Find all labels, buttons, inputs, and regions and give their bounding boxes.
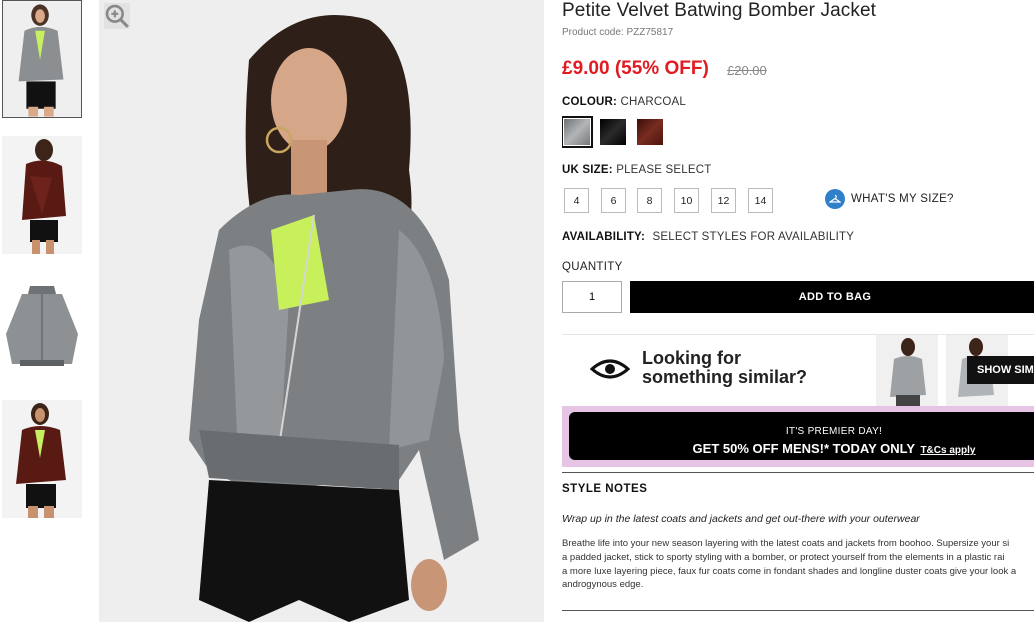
sale-price: £9.00 (55% OFF) bbox=[562, 58, 709, 79]
main-product-image[interactable] bbox=[99, 0, 544, 622]
promo-box: IT'S PREMIER DAY! GET 50% OFF MENS!* TOD… bbox=[569, 412, 1034, 460]
similar-line-2: something similar? bbox=[642, 367, 808, 387]
availability-label: AVAILABILITY: bbox=[562, 231, 646, 243]
zoom-button[interactable] bbox=[104, 3, 130, 29]
style-notes-line: a more luxe layering piece, faux fur coa… bbox=[562, 565, 1017, 577]
style-notes-line: a padded jacket, stick to sporty styling… bbox=[562, 551, 1005, 563]
size-label: UK SIZE: bbox=[562, 164, 613, 176]
product-details: Petite Velvet Batwing Bomber Jacket Prod… bbox=[562, 0, 1034, 622]
thumbnail-image bbox=[2, 272, 82, 390]
style-notes-line: Breathe life into your new season layeri… bbox=[562, 538, 1010, 549]
swatch-color bbox=[637, 119, 663, 145]
whats-my-size-link[interactable]: WHAT'S MY SIZE? bbox=[825, 189, 954, 209]
colour-label: COLOUR: bbox=[562, 96, 618, 108]
style-notes-lead: Wrap up in the latest coats and jackets … bbox=[562, 513, 920, 525]
size-option-4[interactable]: 4 bbox=[564, 188, 589, 213]
original-price: £20.00 bbox=[727, 63, 767, 78]
thumbnail-back-burgundy[interactable] bbox=[2, 136, 82, 254]
promo-offer: GET 50% OFF MENS!* TODAY ONLY bbox=[692, 441, 915, 456]
promo-line-2: GET 50% OFF MENS!* TODAY ONLY T&Cs apply bbox=[569, 441, 1034, 456]
swatch-burgundy[interactable] bbox=[637, 119, 663, 145]
size-option-10[interactable]: 10 bbox=[674, 188, 699, 213]
zoom-icon bbox=[105, 4, 129, 28]
thumbnail-flat-lay[interactable] bbox=[2, 272, 82, 390]
style-notes-title: STYLE NOTES bbox=[562, 483, 648, 495]
quantity-input[interactable] bbox=[562, 281, 622, 313]
thumbnail-image bbox=[2, 136, 82, 254]
swatch-charcoal[interactable] bbox=[562, 116, 593, 148]
show-similar-button[interactable]: SHOW SIM bbox=[967, 356, 1034, 384]
size-option-8[interactable]: 8 bbox=[637, 188, 662, 213]
thumbnail-image bbox=[2, 400, 82, 518]
size-option-14[interactable]: 14 bbox=[748, 188, 773, 213]
thumbnail-image bbox=[3, 1, 81, 117]
add-to-bag-button[interactable]: ADD TO BAG bbox=[630, 281, 1034, 313]
colour-label-row: COLOUR: CHARCOAL bbox=[562, 96, 686, 108]
similar-product-image bbox=[876, 335, 938, 407]
thumbnail-front-charcoal[interactable] bbox=[2, 0, 82, 118]
colour-value: CHARCOAL bbox=[620, 96, 686, 108]
swatch-color bbox=[564, 119, 590, 145]
promo-line-1: IT'S PREMIER DAY! bbox=[785, 426, 883, 437]
similar-items-banner[interactable]: Looking for something similar? SHOW SIM bbox=[562, 334, 1034, 407]
similar-line-1: Looking for bbox=[642, 348, 741, 368]
hanger-icon bbox=[825, 189, 845, 209]
style-notes-line: androgynous edge. bbox=[562, 579, 644, 591]
swatch-black[interactable] bbox=[600, 119, 626, 145]
similar-text: Looking for something similar? bbox=[642, 349, 807, 387]
divider bbox=[562, 472, 1034, 473]
size-option-6[interactable]: 6 bbox=[601, 188, 626, 213]
model-photo bbox=[99, 0, 544, 622]
terms-link[interactable]: T&Cs apply bbox=[920, 445, 975, 456]
size-option-12[interactable]: 12 bbox=[711, 188, 736, 213]
size-label-row: UK SIZE: PLEASE SELECT bbox=[562, 164, 711, 176]
swatch-color bbox=[600, 119, 626, 145]
product-code: Product code: PZZ75817 bbox=[562, 27, 674, 38]
quantity-label: QUANTITY bbox=[562, 261, 623, 273]
divider bbox=[562, 610, 1034, 611]
size-prompt: PLEASE SELECT bbox=[616, 164, 712, 176]
promo-banner[interactable]: IT'S PREMIER DAY! GET 50% OFF MENS!* TOD… bbox=[562, 406, 1034, 467]
availability-row: AVAILABILITY: SELECT STYLES FOR AVAILABI… bbox=[562, 231, 854, 243]
product-page: Petite Velvet Batwing Bomber Jacket Prod… bbox=[0, 0, 1034, 622]
availability-value: SELECT STYLES FOR AVAILABILITY bbox=[652, 231, 855, 243]
style-notes-body: Breathe life into your new season layeri… bbox=[562, 537, 1034, 592]
whats-my-size-label: WHAT'S MY SIZE? bbox=[851, 193, 954, 205]
thumbnail-front-burgundy[interactable] bbox=[2, 400, 82, 518]
product-title: Petite Velvet Batwing Bomber Jacket bbox=[562, 0, 876, 21]
eye-icon bbox=[590, 359, 630, 379]
